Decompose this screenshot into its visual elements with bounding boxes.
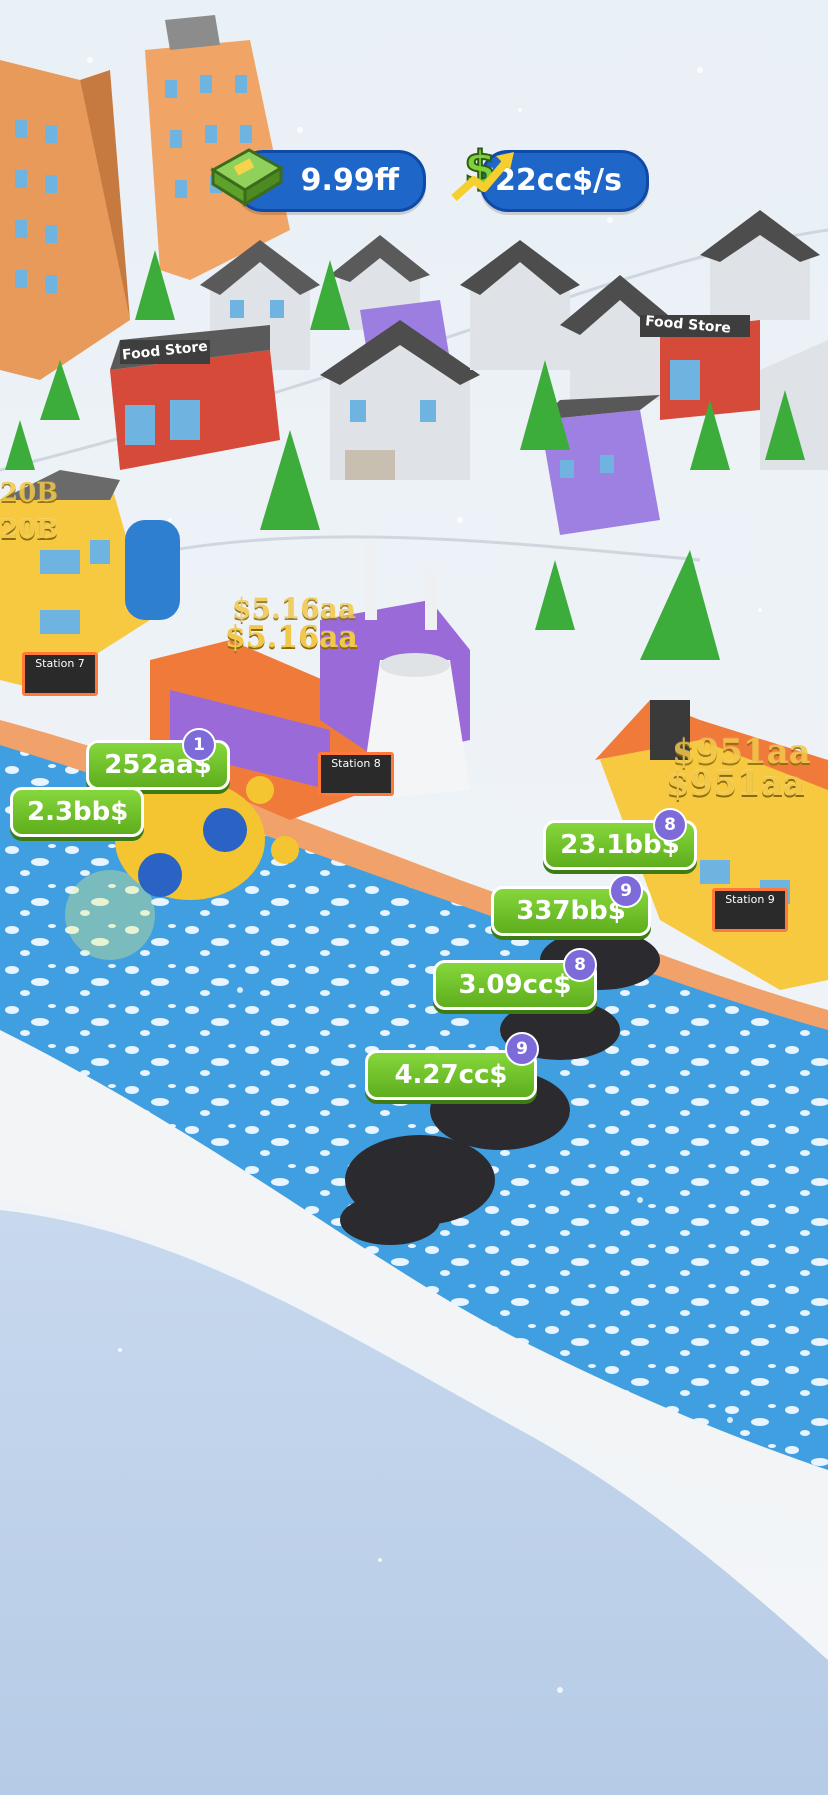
floating-income-2: $5.16aa [225, 620, 358, 655]
level-badge-1: 1 [182, 728, 216, 762]
cash-value: 9.99ff [300, 163, 399, 198]
floating-income-4: $951aa [666, 764, 805, 804]
station-7-sign: Station 7 [22, 652, 98, 696]
level-badge-6: 9 [505, 1032, 539, 1066]
station-8-sign: Station 8 [318, 752, 394, 796]
station-9-sign: Station 9 [712, 888, 788, 932]
dollar-growth-icon: $ [451, 140, 514, 201]
floating-income-6: 20B [0, 515, 59, 545]
cash-stack-icon [210, 148, 284, 207]
earnings-tag-2[interactable]: 2.3bb$ [10, 787, 144, 837]
level-badge-3: 8 [653, 808, 687, 842]
level-badge-4: 9 [609, 874, 643, 908]
apartment-building-left [0, 60, 130, 380]
game-scene [0, 0, 828, 1795]
level-badge-5: 8 [563, 948, 597, 982]
floating-income-5: 20B [0, 478, 59, 508]
